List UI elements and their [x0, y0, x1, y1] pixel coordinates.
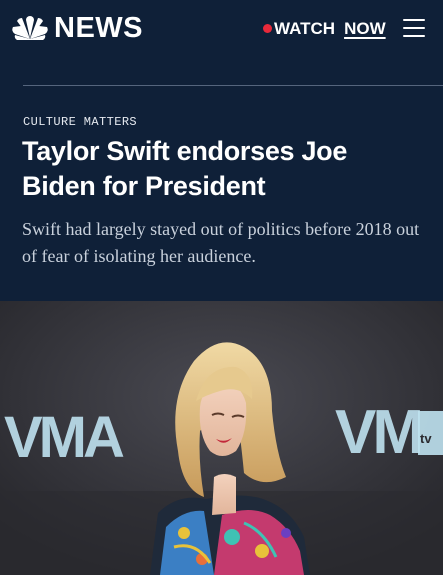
vma-backdrop-left: VMA	[4, 405, 124, 470]
peacock-icon	[12, 15, 48, 40]
vma-backdrop-right: VM	[335, 398, 420, 467]
hero-photo: VMA VM tv	[0, 301, 443, 575]
article-headline: Taylor Swift endorses Joe Biden for Pres…	[22, 136, 348, 201]
nbc-news-logo[interactable]: NEWS	[11, 14, 143, 43]
header-divider	[23, 85, 443, 86]
hero-image: VMA VM tv	[0, 301, 443, 575]
live-dot-icon	[263, 24, 272, 33]
watch-now-link[interactable]: WATCH NOW	[263, 20, 386, 37]
hamburger-menu-icon[interactable]	[403, 19, 425, 37]
article-dek: Swift had largely stayed out of politics…	[22, 219, 420, 266]
now-label: NOW	[344, 19, 386, 38]
brand-name: NEWS	[54, 12, 143, 44]
site-header: NEWS WATCH NOW	[0, 0, 443, 60]
watch-label: WATCH	[274, 19, 336, 38]
article-category[interactable]: CULTURE MATTERS	[23, 115, 137, 129]
mtv-badge: tv	[420, 431, 432, 446]
